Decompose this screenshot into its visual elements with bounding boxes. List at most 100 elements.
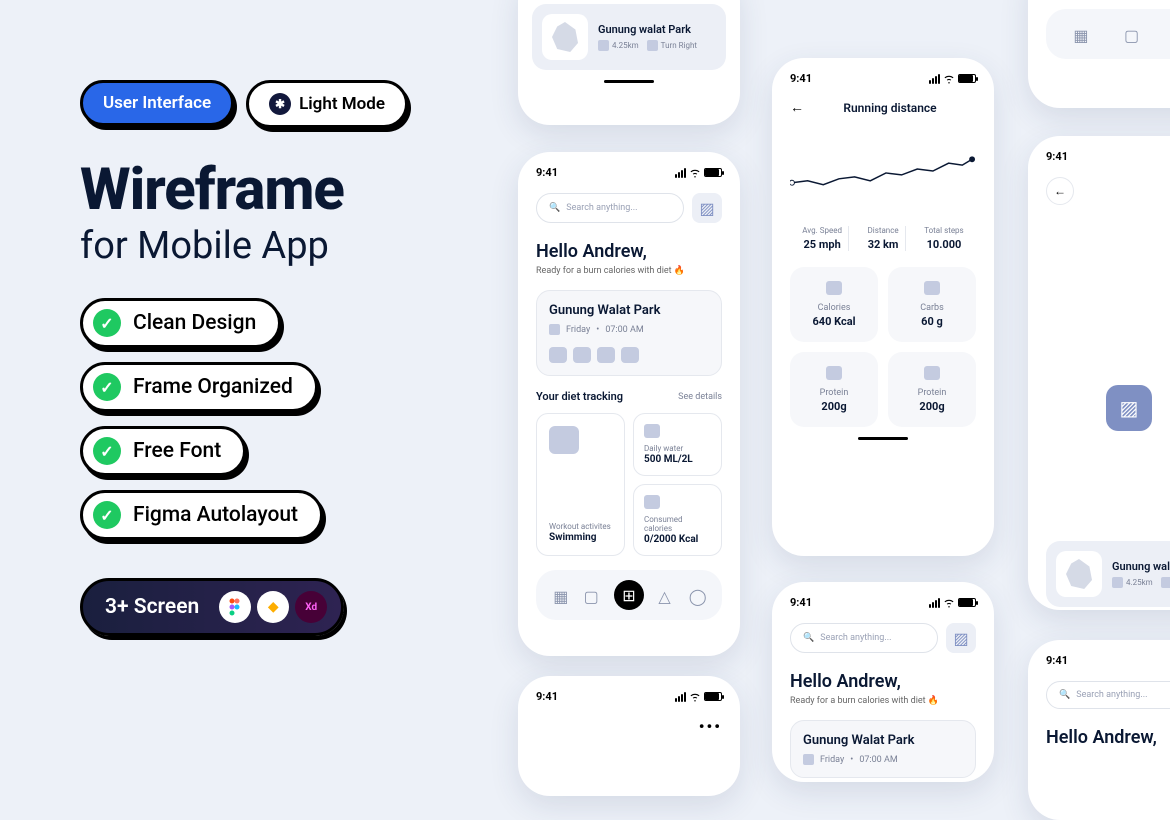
park-card[interactable]: Gunung Walat Park Friday • 07:00 AM: [790, 720, 976, 778]
image-icon: [597, 347, 615, 363]
bottom-nav: ▦ ▢ ⊞: [1046, 9, 1170, 59]
park-time: 07:00 AM: [859, 755, 897, 765]
badge-ui: User Interface: [80, 80, 234, 126]
mode-icon: ✱: [269, 93, 291, 115]
image-icon: [621, 347, 639, 363]
image-icon: [1112, 577, 1123, 588]
back-button[interactable]: ←: [1046, 177, 1074, 205]
search-input[interactable]: 🔍 Search anything...: [790, 623, 938, 653]
status-time: 9:41: [1046, 150, 1068, 163]
check-icon: ✓: [93, 309, 121, 337]
image-icon: [549, 426, 579, 454]
stat-label: Distance: [868, 226, 899, 235]
nav-calendar-icon[interactable]: ▢: [1124, 26, 1140, 42]
marketing-panel: User Interface ✱ Light Mode Wireframe fo…: [80, 80, 460, 636]
title-sub: for Mobile App: [80, 224, 460, 268]
calories-card[interactable]: Consumed calories 0/2000 Kcal: [633, 484, 722, 556]
image-icon: [644, 495, 660, 509]
nutri-label: Carbs: [902, 303, 962, 313]
nav-bell-icon[interactable]: △: [658, 587, 674, 603]
image-icon: [924, 281, 940, 295]
check-icon: ✓: [93, 501, 121, 529]
nutri-value: 200g: [804, 400, 864, 413]
map-result-card[interactable]: Gunung walat Park 4.25km: [1046, 541, 1170, 607]
wifi-icon: [943, 74, 955, 84]
xd-icon: Xd: [295, 591, 327, 623]
image-icon: [644, 424, 660, 438]
check-icon: ✓: [93, 437, 121, 465]
park-time: 07:00 AM: [605, 325, 643, 335]
wifi-icon: [943, 598, 955, 608]
status-bar: 9:41: [790, 596, 976, 609]
nutrition-protein[interactable]: Protein200g: [790, 352, 878, 427]
phone-more-partial: 9:41 •••: [518, 676, 740, 796]
image-icon: [549, 347, 567, 363]
search-icon: 🔍: [1059, 690, 1070, 700]
feature-label: Figma Autolayout: [133, 503, 298, 527]
calendar-icon: [549, 324, 560, 335]
nav-grid-icon[interactable]: ▦: [1073, 26, 1089, 42]
nutrition-carbs[interactable]: Carbs 60 g: [888, 267, 976, 342]
map-thumbnail: [542, 14, 588, 60]
check-icon: ✓: [93, 373, 121, 401]
workout-label: Workout activites: [549, 522, 612, 531]
calendar-icon: [803, 754, 814, 765]
nutrition-calories[interactable]: Calories640 Kcal: [790, 267, 878, 342]
workout-value: Swimming: [549, 532, 612, 543]
status-bar: 9:41: [790, 72, 976, 85]
greeting: Hello Andrew,: [536, 241, 722, 262]
search-icon: 🔍: [549, 203, 560, 213]
nav-map-icon[interactable]: ⊞: [614, 580, 644, 610]
park-card[interactable]: Gunung Walat Park Friday • 07:00 AM: [536, 290, 722, 376]
see-details-link[interactable]: See details: [678, 392, 722, 402]
screen-title: Running distance: [804, 101, 976, 115]
status-time: 9:41: [1046, 654, 1068, 667]
image-icon: [598, 40, 609, 51]
home-indicator: [604, 80, 654, 83]
workout-card[interactable]: Workout activites Swimming: [536, 413, 625, 556]
feature-clean-design: ✓Clean Design: [80, 298, 281, 348]
map-distance: 4.25km: [612, 41, 639, 50]
battery-icon: [704, 692, 722, 701]
nav-grid-icon[interactable]: ▦: [553, 587, 569, 603]
map-result-card[interactable]: Gunung walat Park 4.25km Turn Right: [532, 4, 726, 70]
status-time: 9:41: [790, 72, 812, 85]
nutri-label: Protein: [902, 388, 962, 398]
search-placeholder: Search anything...: [820, 633, 891, 643]
battery-icon: [704, 168, 722, 177]
nav-calendar-icon[interactable]: ▢: [584, 587, 600, 603]
calories-label: Consumed calories: [644, 515, 711, 533]
park-day: Friday: [820, 755, 844, 765]
signal-icon: [929, 74, 940, 84]
nutrition-protein-2[interactable]: Protein200g: [888, 352, 976, 427]
search-placeholder: Search anything...: [1076, 690, 1147, 700]
phone-home-partial-right: 9:41 🔍 Search anything... Hello Andrew,: [1028, 640, 1170, 820]
back-button[interactable]: ←: [790, 99, 804, 116]
badge-mode-label: Light Mode: [299, 94, 385, 114]
battery-icon: [958, 74, 976, 83]
avatar-button[interactable]: ▨: [946, 623, 976, 653]
search-input[interactable]: 🔍 Search anything...: [1046, 681, 1170, 709]
status-bar: 9:41: [1046, 654, 1170, 667]
diet-section-title: Your diet tracking: [536, 390, 623, 403]
search-input[interactable]: 🔍 Search anything...: [536, 193, 684, 223]
phone-partial-top-right: Workout activites Swimming Consi 0/200 ▦…: [1028, 0, 1170, 108]
status-time: 9:41: [536, 690, 558, 703]
phone-map-partial: Minutes Gunung walat Park 4.25km Turn Ri…: [518, 0, 740, 125]
feature-frame-organized: ✓Frame Organized: [80, 362, 318, 412]
nutri-value: 60 g: [902, 315, 962, 328]
phone-running: 9:41 ← Running distance Avg. Speed25 mph…: [772, 58, 994, 556]
search-icon: 🔍: [803, 633, 814, 643]
signal-icon: [929, 598, 940, 608]
greeting-subtitle: Ready for a burn calories with diet 🔥: [790, 696, 976, 706]
image-icon: [1161, 577, 1170, 588]
avatar-button[interactable]: ▨: [692, 193, 722, 223]
nav-profile-icon[interactable]: ◯: [689, 587, 705, 603]
more-button[interactable]: •••: [699, 717, 722, 736]
title-main: Wireframe: [80, 156, 460, 224]
image-icon: [826, 281, 842, 295]
map-direction: Turn Right: [661, 41, 697, 50]
stat-value: 32 km: [868, 238, 899, 251]
water-card[interactable]: Daily water 500 ML/2L: [633, 413, 722, 476]
image-placeholder: ▨: [1106, 385, 1152, 431]
